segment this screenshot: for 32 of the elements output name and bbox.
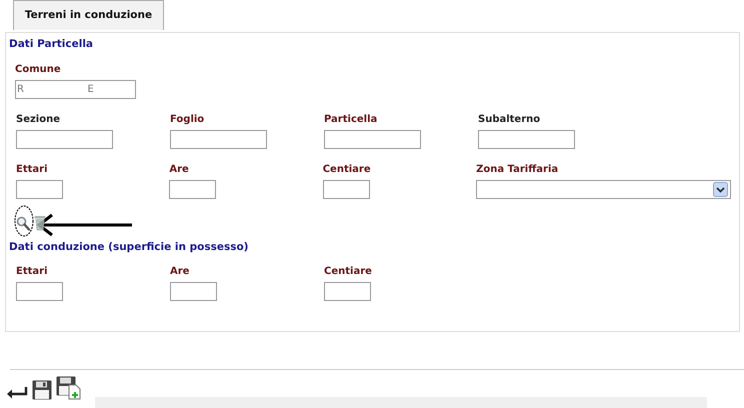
chevron-down-icon (713, 182, 728, 197)
input-field[interactable] (478, 130, 575, 149)
input-field[interactable] (170, 282, 217, 300)
input-field[interactable] (324, 130, 421, 149)
field-label: Ettari (16, 162, 48, 177)
field-label: Centiare (324, 264, 373, 278)
field-label: Sezione (16, 112, 62, 127)
floppy-disk-plus-icon[interactable] (56, 376, 82, 400)
tab[interactable]: Terreni in conduzione (13, 0, 164, 30)
return-arrow-icon[interactable] (6, 386, 28, 400)
dropdown[interactable] (476, 180, 732, 199)
section-title: Dati Particella (9, 37, 94, 52)
input-field[interactable] (322, 180, 370, 199)
field-label: Ettari (16, 264, 48, 278)
input-field[interactable] (169, 180, 216, 199)
field-label: Are (170, 264, 190, 278)
input-field[interactable] (170, 130, 267, 149)
input-field[interactable] (324, 282, 371, 300)
field-label: Comune (15, 62, 62, 77)
field-label: Centiare (322, 162, 372, 177)
field-label: Subalterno (478, 112, 542, 127)
field-label: Zona Tariffaria (476, 162, 560, 177)
search-icon[interactable] (16, 216, 30, 231)
input-field[interactable] (16, 130, 113, 149)
input-field[interactable] (16, 180, 63, 199)
input-field[interactable] (16, 282, 63, 300)
field-label: Are (169, 162, 190, 177)
section-title: Dati conduzione (superficie in possesso) (9, 240, 250, 255)
trash-icon[interactable] (34, 214, 46, 231)
input-field[interactable]: R E (15, 80, 136, 99)
field-label: Foglio (170, 112, 206, 127)
field-label: Particella (324, 112, 378, 127)
